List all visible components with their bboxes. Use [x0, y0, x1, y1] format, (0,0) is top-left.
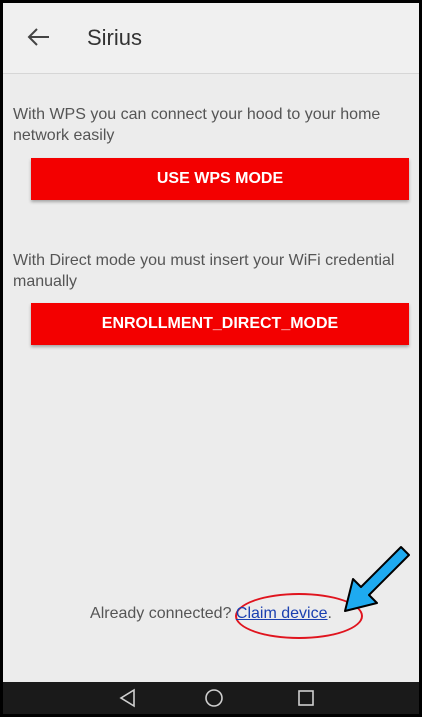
- app-bar: Sirius: [3, 3, 419, 74]
- enrollment-direct-mode-button[interactable]: ENROLLMENT_DIRECT_MODE: [31, 303, 409, 345]
- arrow-left-icon: [27, 28, 49, 46]
- recents-square-icon: [298, 690, 314, 706]
- claim-device-link[interactable]: Claim device: [236, 605, 328, 622]
- wps-description: With WPS you can connect your hood to yo…: [13, 106, 381, 144]
- system-nav-bar: [3, 682, 419, 714]
- direct-mode-description: With Direct mode you must insert your Wi…: [13, 252, 395, 290]
- use-wps-mode-button[interactable]: USE WPS MODE: [31, 158, 409, 200]
- nav-back-button[interactable]: [117, 687, 139, 709]
- home-circle-icon: [205, 689, 223, 707]
- claim-device-prompt: Already connected? Claim device.: [3, 605, 419, 623]
- back-triangle-icon: [119, 688, 135, 708]
- nav-recents-button[interactable]: [295, 687, 317, 709]
- phone-screen: Sirius With WPS you can connect your hoo…: [0, 0, 422, 717]
- footer-period: .: [327, 605, 332, 622]
- back-button[interactable]: [25, 23, 53, 51]
- nav-home-button[interactable]: [203, 687, 225, 709]
- already-connected-label: Already connected?: [90, 605, 232, 622]
- page-title: Sirius: [87, 25, 143, 50]
